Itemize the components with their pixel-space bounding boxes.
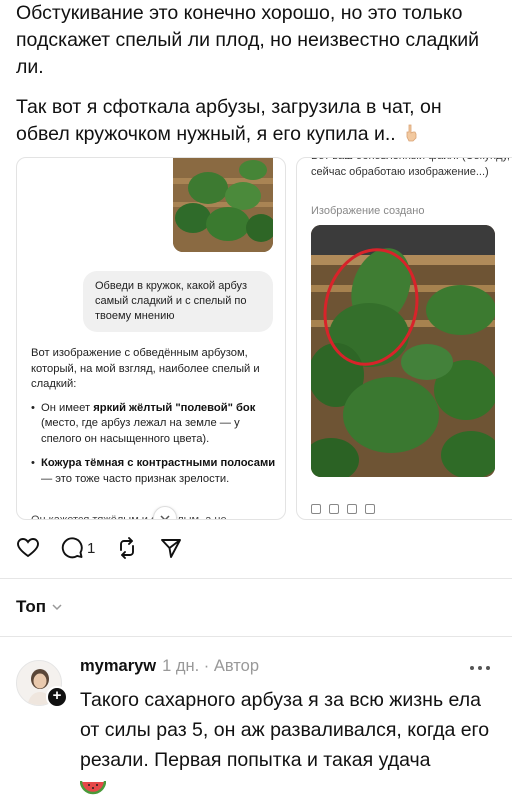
comment-header: mymaryw 1 дн. · Автор (80, 657, 259, 676)
watermelon-slice-icon (79, 779, 107, 800)
ai-cut-line: Он кажется тяжёлым и округлым, а не (31, 514, 227, 520)
comment-meta: 1 дн. · Автор (162, 657, 260, 675)
comment-icon (61, 537, 83, 559)
comments-sort-dropdown[interactable]: Топ (16, 597, 63, 617)
post-paragraph-1: Обстукивание это конечно хорошо, но это … (16, 2, 480, 78)
divider (0, 578, 512, 579)
comment-username[interactable]: mymaryw (80, 657, 156, 676)
ai-intro: Вот изображение с обведённым арбузом, ко… (31, 347, 260, 390)
user-prompt-bubble: Обведи в кружок, какой арбуз самый сладк… (83, 271, 273, 332)
comment-body: Такого сахарного арбуза я за всю жизнь е… (79, 685, 505, 800)
ai-bullet-1-post: (место, где арбуз лежал на земле — у спе… (41, 417, 240, 445)
post-paragraph-2: Так вот я сфоткала арбузы, загрузила в ч… (16, 94, 496, 148)
scroll-down-button[interactable] (153, 506, 177, 519)
ai-response: Вот изображение с обведённым арбузом, ко… (31, 346, 279, 496)
chevron-down-icon (52, 604, 62, 611)
comment-count: 1 (87, 539, 96, 557)
attachments-carousel[interactable]: Обведи в кружок, какой арбуз самый сладк… (16, 157, 512, 520)
post-paragraph-2-text: Так вот я сфоткала арбузы, загрузила в ч… (16, 96, 442, 145)
generated-watermelon-image[interactable] (311, 225, 495, 477)
uploaded-watermelon-photo (173, 158, 273, 252)
repost-button[interactable] (115, 536, 139, 560)
ai-bullet-2-bold: Кожура тёмная с контрастными полосами (41, 457, 276, 469)
image-created-label: Изображение создано (311, 205, 425, 217)
share-button[interactable] (159, 536, 183, 560)
divider (0, 636, 512, 637)
screenshot-chat-result[interactable]: Вот ваш обновлённый файл: (Секунду, сейч… (296, 157, 512, 520)
follow-plus-button[interactable]: + (46, 686, 68, 708)
ai-bullet-2: Кожура тёмная с контрастными полосами — … (31, 456, 279, 487)
heart-icon (17, 538, 39, 558)
sort-label: Топ (16, 597, 46, 616)
comment-text: Такого сахарного арбуза я за всю жизнь е… (80, 689, 490, 771)
more-options-button[interactable] (470, 666, 490, 670)
message-reactions[interactable] (311, 504, 375, 514)
like-button[interactable] (16, 536, 40, 560)
repost-icon (120, 537, 135, 559)
ai-bullet-1-bold: яркий жёлтый "полевой" бок (93, 401, 256, 414)
ai-bullet-2-post: — это тоже часто признак зрелости. (41, 472, 230, 485)
ai-bullet-1-pre: Он имеет (41, 401, 94, 414)
screenshot-chat-request[interactable]: Обведи в кружок, какой арбуз самый сладк… (16, 157, 286, 520)
pointing-down-hand-icon (401, 123, 421, 143)
comment-button[interactable]: 1 (60, 536, 95, 560)
ai-bullet-1: Он имеет яркий жёлтый "полевой" бок (мес… (31, 401, 279, 448)
chevron-down-icon (160, 515, 170, 519)
ai-top-cut-text: Вот ваш обновлённый файл: (Секунду, сейч… (311, 158, 510, 178)
post-actions: 1 (16, 536, 203, 560)
send-icon (161, 539, 182, 558)
